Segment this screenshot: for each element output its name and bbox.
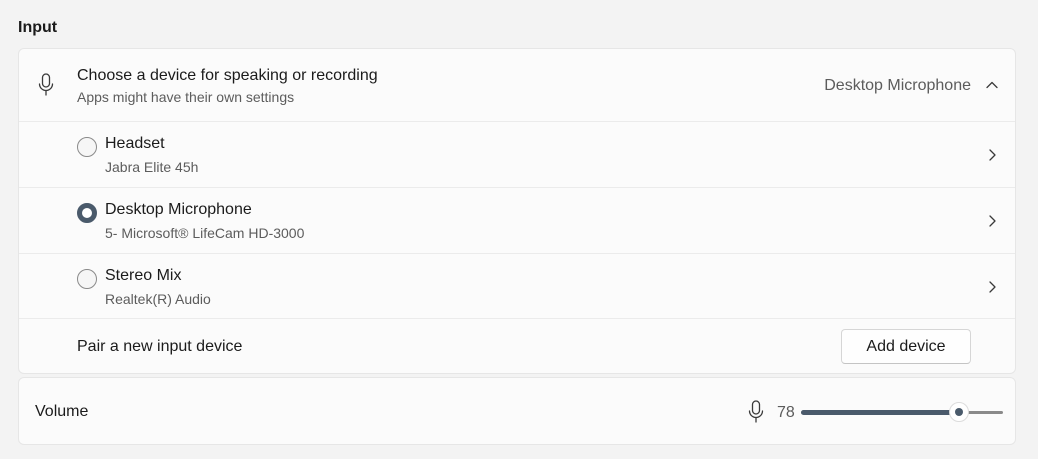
pair-device-row: Pair a new input device Add device bbox=[19, 318, 1015, 374]
device-name: Desktop Microphone bbox=[105, 201, 252, 218]
device-picker-title: Choose a device for speaking or recordin… bbox=[77, 67, 378, 84]
volume-slider-fill bbox=[801, 410, 959, 415]
device-name: Headset bbox=[105, 135, 165, 152]
volume-value: 78 bbox=[777, 404, 795, 421]
chevron-right-icon[interactable] bbox=[985, 279, 999, 295]
device-description: Realtek(R) Audio bbox=[105, 291, 211, 307]
volume-card: Volume 78 bbox=[18, 377, 1016, 445]
device-radio[interactable] bbox=[77, 269, 97, 289]
device-radio[interactable] bbox=[77, 137, 97, 157]
section-title: Input bbox=[18, 19, 58, 36]
device-option-headset[interactable]: Headset Jabra Elite 45h bbox=[19, 121, 1015, 187]
add-device-button[interactable]: Add device bbox=[841, 329, 971, 364]
chevron-up-icon[interactable] bbox=[983, 77, 1001, 93]
input-device-card: Choose a device for speaking or recordin… bbox=[18, 48, 1016, 374]
pair-device-label: Pair a new input device bbox=[77, 338, 243, 355]
microphone-icon bbox=[746, 400, 766, 424]
device-description: 5- Microsoft® LifeCam HD-3000 bbox=[105, 225, 305, 241]
volume-slider-thumb[interactable] bbox=[948, 402, 969, 422]
device-picker-header[interactable]: Choose a device for speaking or recordin… bbox=[19, 49, 1015, 121]
device-name: Stereo Mix bbox=[105, 267, 182, 284]
chevron-right-icon[interactable] bbox=[985, 213, 999, 229]
device-description: Jabra Elite 45h bbox=[105, 159, 199, 175]
microphone-icon bbox=[36, 73, 56, 97]
selected-device-value: Desktop Microphone bbox=[824, 77, 971, 94]
volume-label: Volume bbox=[35, 403, 89, 420]
volume-slider[interactable] bbox=[801, 402, 1003, 422]
device-picker-subtitle: Apps might have their own settings bbox=[77, 89, 295, 105]
chevron-right-icon[interactable] bbox=[985, 147, 999, 163]
device-radio[interactable] bbox=[77, 203, 97, 223]
device-option-desktop-microphone[interactable]: Desktop Microphone 5- Microsoft® LifeCam… bbox=[19, 187, 1015, 253]
device-option-stereo-mix[interactable]: Stereo Mix Realtek(R) Audio bbox=[19, 253, 1015, 319]
